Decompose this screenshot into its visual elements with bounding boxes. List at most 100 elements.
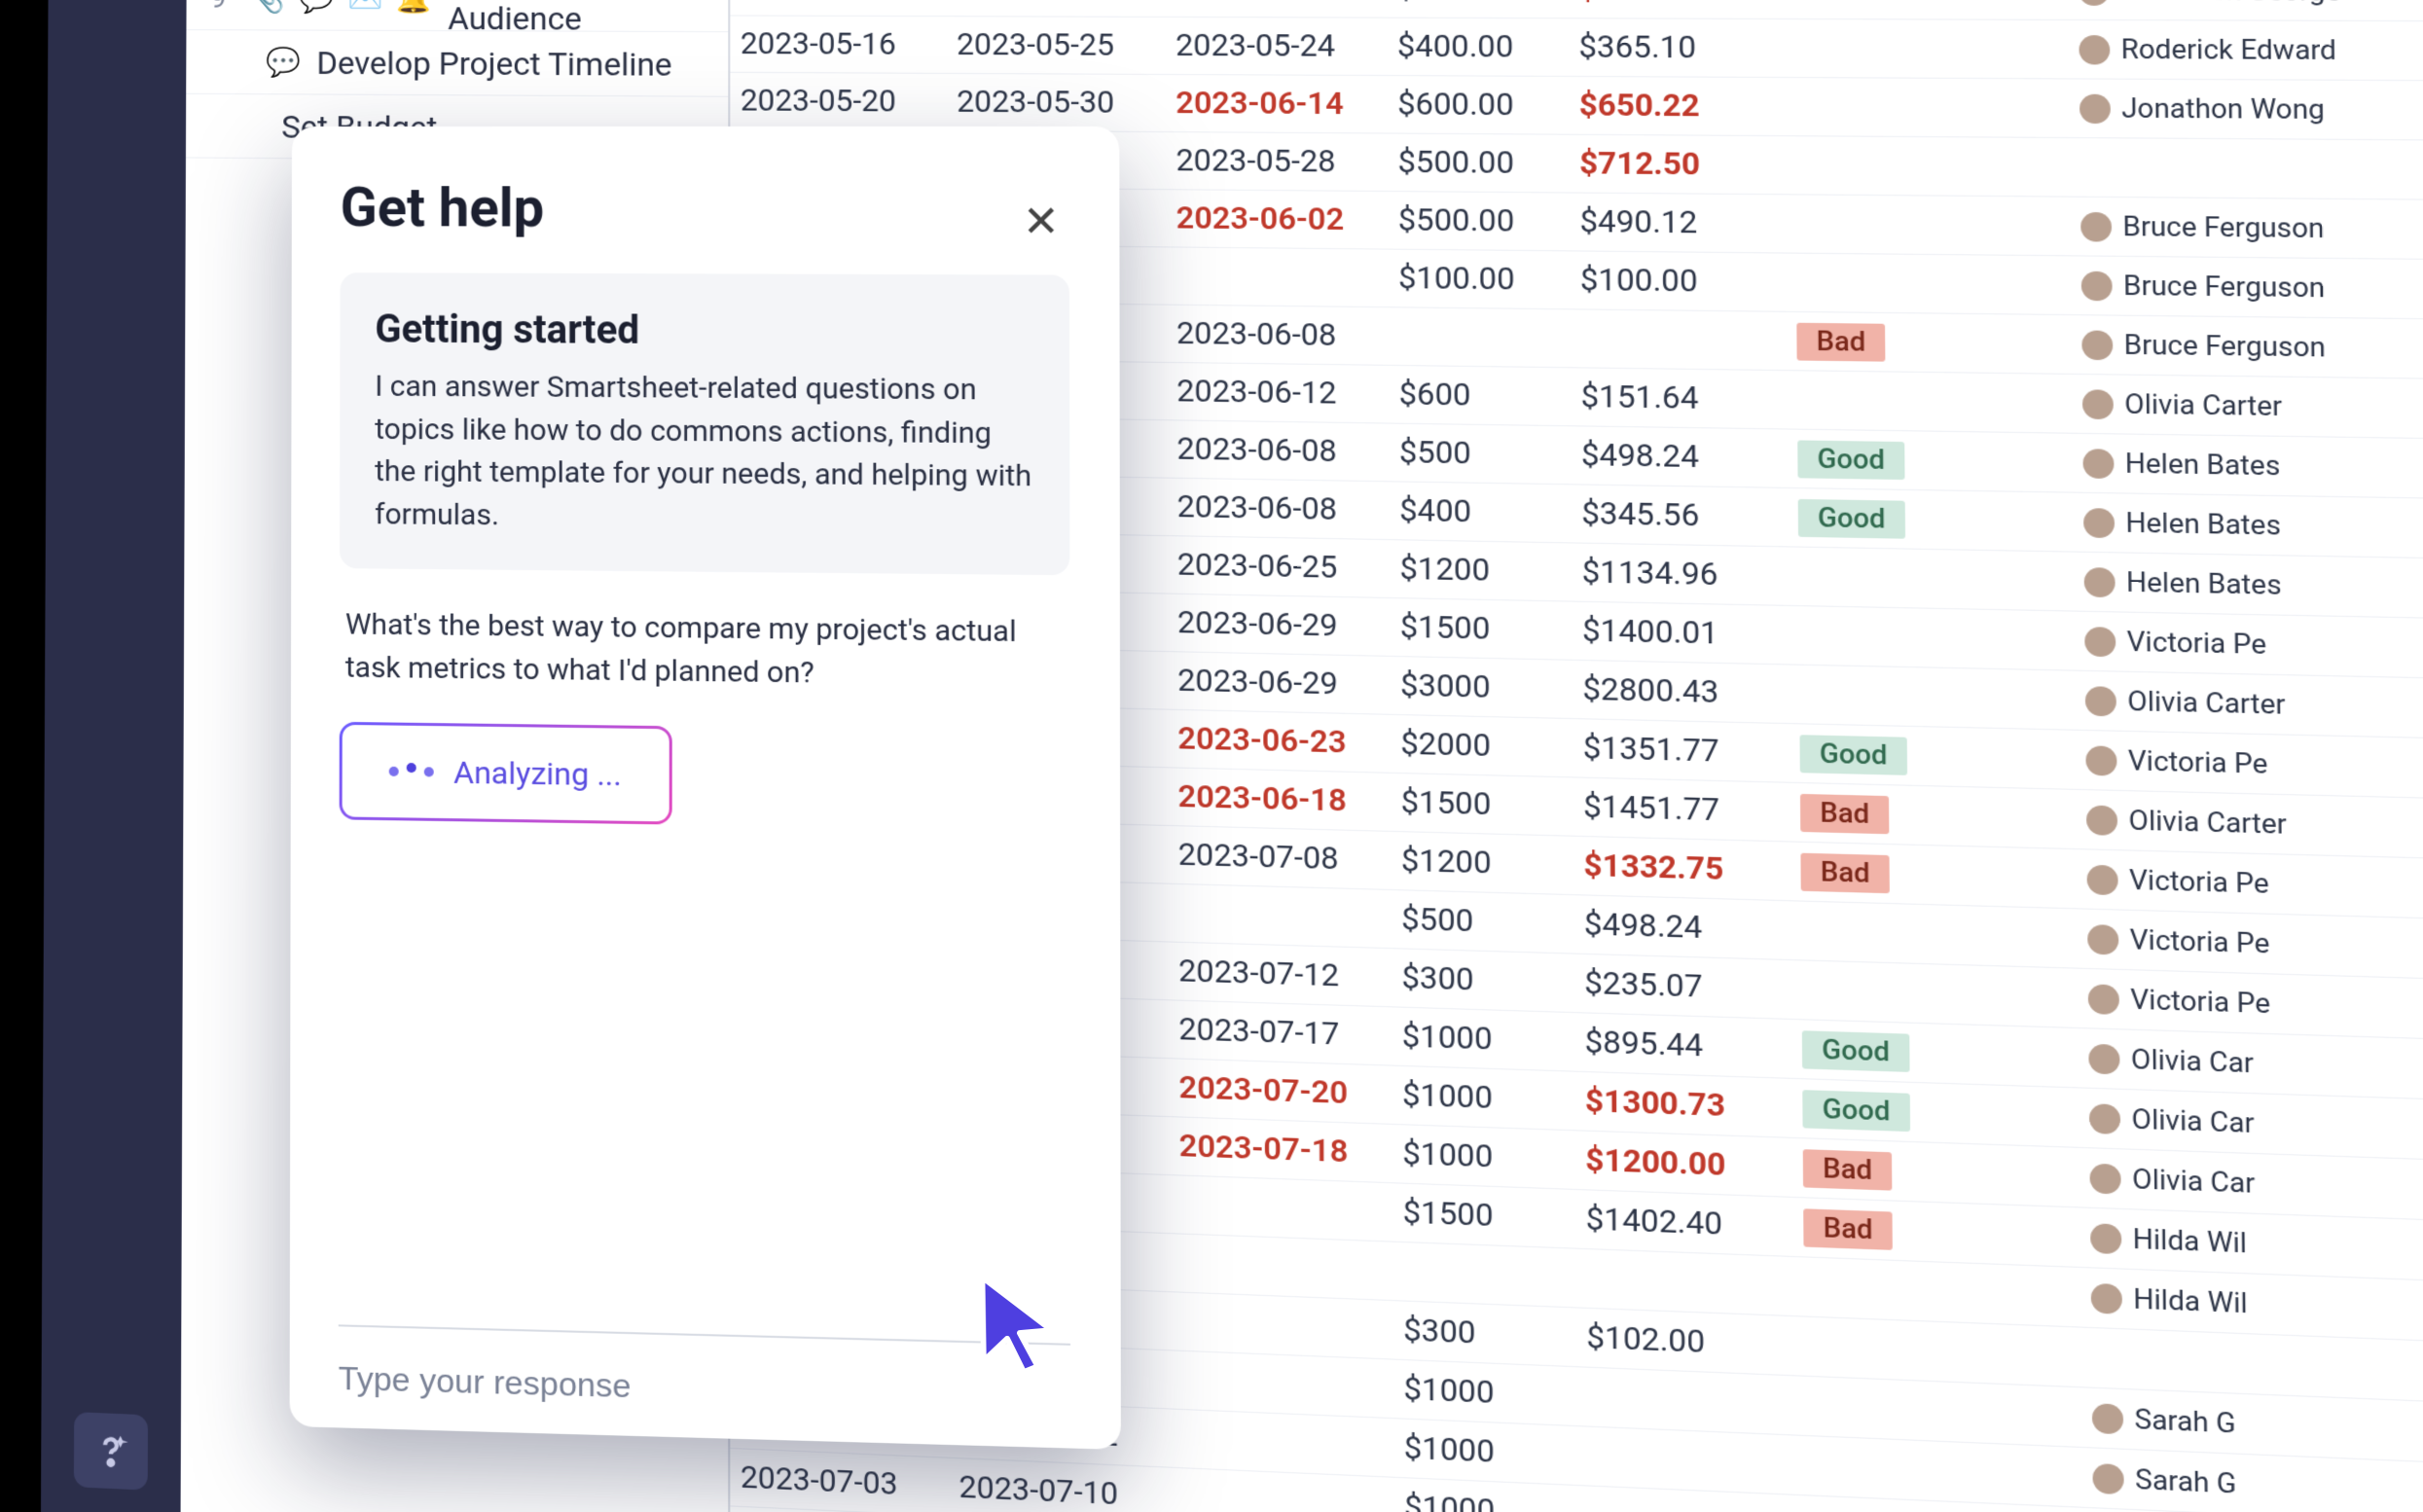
cell-actual-cost[interactable]: $498.24	[1571, 437, 1788, 477]
cell-rating[interactable]: Good	[1789, 734, 2075, 779]
cell-rating[interactable]	[1785, 165, 2069, 167]
cell-date-actual-end[interactable]: 2023-07-12	[1168, 953, 1391, 995]
cell-rating[interactable]: Bad	[1790, 851, 2076, 898]
assignee[interactable]: Hilda Wil	[2090, 1222, 2405, 1266]
cell-actual-cost[interactable]: $895.44	[1573, 1024, 1791, 1067]
cell-date-actual-end[interactable]: 2023-06-29	[1167, 604, 1390, 645]
mail-icon[interactable]: ✉️	[347, 0, 382, 15]
cell-date-actual-end[interactable]	[1169, 1321, 1392, 1330]
cell-actual-cost[interactable]: $2800.43	[1572, 671, 1789, 713]
cell-actual-cost[interactable]: $1400.01	[1572, 612, 1789, 653]
cell-date-actual-end[interactable]: 2023-05-24	[1165, 27, 1387, 64]
gutter-row[interactable]: 9📎💬✉️🔔Identify Target Audience	[186, 0, 728, 32]
cell-date-start[interactable]: 2023-07-03	[730, 1459, 948, 1505]
assignee[interactable]: Olivia Carter	[2082, 388, 2395, 424]
cell-planned-cost[interactable]: $2000	[1390, 726, 1573, 767]
cell-date-actual-end[interactable]: 2023-07-20	[1169, 1069, 1392, 1113]
cell-planned-cost[interactable]: $1000	[1393, 1489, 1577, 1512]
cell-actual-cost[interactable]: $1451.77	[1573, 788, 1790, 830]
cell-date-actual-end[interactable]: 2023-05-14	[1165, 0, 1387, 7]
cell-date-actual-end[interactable]: 2023-06-12	[1166, 374, 1388, 413]
assignee[interactable]: Victoria Pe	[2084, 625, 2398, 663]
cell-date-actual-end[interactable]	[1170, 1380, 1393, 1388]
cell-planned-cost[interactable]: $400.00	[1387, 28, 1569, 65]
assignee[interactable]: Helen Bates	[2082, 448, 2395, 485]
cell-actual-cost[interactable]: $1351.77	[1573, 730, 1790, 772]
assignee[interactable]: Victoria Pe	[2087, 863, 2401, 904]
cell-date-actual-end[interactable]: 2023-06-14	[1165, 86, 1387, 123]
cell-rating[interactable]	[1788, 576, 2073, 581]
assignee[interactable]: Olivia Car	[2089, 1162, 2404, 1205]
cell-assignee[interactable]: Roderick Edward	[2068, 33, 2402, 66]
cell-assignee[interactable]: Helen Bates	[2072, 447, 2406, 484]
cell-rating[interactable]: Bad	[1791, 1148, 2079, 1198]
cell-assignee[interactable]: Victoria Pe	[2077, 982, 2413, 1024]
cell-actual-cost[interactable]: $1200.00	[1574, 1141, 1792, 1186]
assignee[interactable]: Bruce Ferguson	[2081, 329, 2394, 365]
help-question-icon[interactable]	[74, 1412, 148, 1491]
cell-planned-cost[interactable]: $600.00	[1387, 87, 1569, 124]
bell-icon[interactable]: 🔔	[397, 0, 432, 16]
cell-date-planned-end[interactable]: 2023-05-30	[947, 84, 1166, 121]
cell-date-actual-end[interactable]: 2023-06-18	[1168, 778, 1391, 820]
cell-planned-cost[interactable]: $500	[1391, 901, 1573, 943]
cell-assignee[interactable]: Bruce Ferguson	[2070, 210, 2405, 245]
cell-date-actual-end[interactable]: 2023-07-08	[1168, 837, 1391, 880]
cell-actual-cost[interactable]: $651.20	[1568, 0, 1784, 8]
assignee[interactable]: Hilda Wil	[2091, 1281, 2405, 1325]
cell-rating[interactable]: Good	[1791, 1089, 2079, 1137]
cell-date-actual-end[interactable]: 2023-06-02	[1166, 200, 1388, 238]
cell-planned-cost[interactable]: $500.00	[1387, 144, 1569, 182]
cell-rating[interactable]: Good	[1787, 439, 2072, 483]
cell-date-actual-end[interactable]	[1168, 913, 1391, 918]
cell-planned-cost[interactable]: $100.00	[1388, 260, 1570, 298]
assignee[interactable]: Roderick Edward	[2079, 33, 2390, 66]
help-response-input[interactable]	[339, 1360, 1071, 1419]
cell-planned-cost[interactable]: $1500	[1392, 1194, 1574, 1238]
cell-actual-cost[interactable]: $151.64	[1570, 378, 1786, 418]
cell-rating[interactable]: Bad	[1790, 793, 2076, 840]
cell-actual-cost[interactable]: $345.56	[1571, 495, 1788, 535]
cell-rating[interactable]: Bad	[1786, 322, 2071, 365]
cell-date-planned-end[interactable]: 2023-05-25	[946, 27, 1165, 64]
cell-actual-cost[interactable]: $235.07	[1573, 964, 1790, 1008]
cell-actual-cost[interactable]: $1300.73	[1574, 1083, 1792, 1127]
cell-rating[interactable]	[1793, 1346, 2080, 1357]
cell-actual-cost[interactable]	[1570, 339, 1786, 342]
cell-planned-cost[interactable]: $1000	[1392, 1370, 1575, 1415]
cell-rating[interactable]	[1785, 224, 2070, 227]
row-icons[interactable]: 💬	[266, 46, 301, 79]
cell-assignee[interactable]: Helen Bates	[2073, 565, 2408, 603]
cell-assignee[interactable]: Olivia Carter	[2071, 387, 2405, 423]
cell-assignee[interactable]: Sarah G	[2081, 1461, 2419, 1508]
cell-date-actual-end[interactable]	[1169, 1205, 1392, 1212]
cell-assignee[interactable]: Hilda Wil	[2079, 1221, 2416, 1266]
cell-rating[interactable]	[1793, 1286, 2080, 1297]
cell-assignee[interactable]: Bruce Ferguson	[2070, 270, 2405, 305]
cell-assignee[interactable]: Jonathon Wong	[2069, 92, 2403, 126]
cell-actual-cost[interactable]: $712.50	[1569, 145, 1785, 183]
assignee[interactable]: Olivia Carter	[2085, 685, 2399, 724]
cell-date-actual-end[interactable]: 2023-06-08	[1166, 315, 1388, 354]
cell-assignee[interactable]: Victoria Pe	[2077, 922, 2412, 964]
cell-planned-cost[interactable]: $300	[1392, 1312, 1575, 1355]
cell-actual-cost[interactable]	[1576, 1456, 1794, 1465]
cell-date-actual-end[interactable]: 2023-07-17	[1168, 1011, 1391, 1055]
cell-actual-cost[interactable]: $1332.75	[1573, 847, 1790, 890]
assignee[interactable]: Helen Bates	[2084, 565, 2398, 603]
cell-rating[interactable]	[1793, 1405, 2080, 1417]
cell-assignee[interactable]: Victoria Pe	[2076, 863, 2411, 904]
cell-assignee[interactable]	[2069, 167, 2403, 169]
cell-rating[interactable]	[1789, 694, 2075, 700]
cell-rating[interactable]: Good	[1787, 498, 2073, 542]
cell-date-start[interactable]: 2023-05-16	[730, 26, 946, 62]
cell-assignee[interactable]: Victoria Pe	[2074, 625, 2409, 664]
cell-actual-cost[interactable]: $365.10	[1568, 29, 1784, 66]
cell-actual-cost[interactable]: $498.24	[1573, 906, 1790, 949]
cell-planned-cost[interactable]: $1000	[1392, 1076, 1574, 1119]
cell-assignee[interactable]: Hilda Wil	[2079, 1281, 2416, 1326]
assignee[interactable]: Sarah G	[2092, 1402, 2407, 1448]
cell-date-actual-end[interactable]: 2023-07-18	[1169, 1128, 1392, 1172]
cell-actual-cost[interactable]: $100.00	[1570, 262, 1786, 301]
cell-rating[interactable]	[1786, 282, 2071, 285]
